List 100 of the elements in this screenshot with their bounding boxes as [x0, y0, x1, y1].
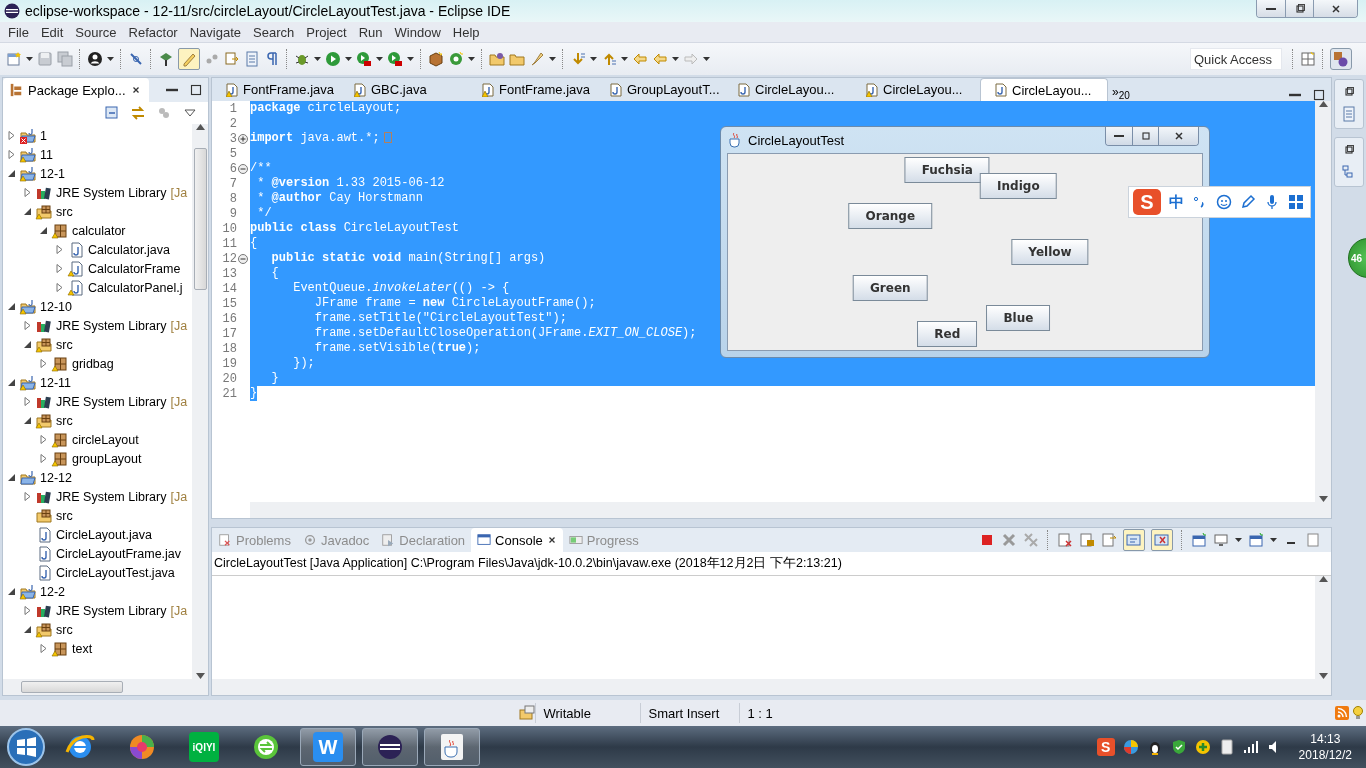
editor-tab[interactable]: FontFrame.java	[468, 78, 596, 101]
color-button[interactable]: Fuchsia	[904, 157, 990, 184]
device-icon[interactable]	[1218, 739, 1235, 755]
vertical-scrollbar[interactable]	[192, 124, 208, 679]
open-folder-icon[interactable]	[509, 51, 525, 67]
dropdown-caret-icon[interactable]	[590, 57, 597, 61]
show-on-output-icon[interactable]	[1123, 529, 1145, 551]
tree-item-label[interactable]: CircleLayoutTest.java	[56, 565, 175, 580]
link-editor-icon[interactable]	[130, 105, 146, 121]
status-icon[interactable]	[518, 705, 535, 721]
dropdown-caret-icon[interactable]	[314, 57, 321, 61]
package-icon[interactable]	[428, 51, 444, 67]
terminate-icon[interactable]	[979, 532, 995, 548]
color-button[interactable]: Orange	[848, 202, 933, 229]
word-wrap-icon[interactable]	[1101, 532, 1117, 548]
tree-item-label[interactable]: CalculatorPanel.j	[88, 280, 183, 295]
open-perspective-icon[interactable]	[1300, 51, 1316, 67]
view-tab[interactable]: Package Explo...	[3, 78, 149, 102]
dropdown-caret-icon[interactable]	[376, 57, 383, 61]
tree-item-label[interactable]: gridbag	[72, 356, 114, 371]
folder-icon[interactable]	[489, 51, 505, 67]
collapsed-arrow-icon[interactable]	[7, 131, 16, 140]
pilcrow-icon[interactable]	[264, 51, 280, 67]
menu-item[interactable]: Navigate	[183, 24, 247, 40]
expanded-arrow-icon[interactable]	[7, 378, 16, 387]
run-coverage-icon[interactable]	[356, 51, 372, 67]
signal-icon[interactable]	[1242, 739, 1259, 755]
quick-access-field[interactable]: Quick Access	[1190, 48, 1282, 70]
tree-item-label[interactable]: 12-12	[40, 470, 72, 485]
maximize-icon[interactable]	[1313, 89, 1325, 101]
dropdown-caret-icon[interactable]	[345, 57, 352, 61]
maximize-icon[interactable]	[190, 84, 202, 96]
run-icon[interactable]	[325, 51, 341, 67]
menu-item[interactable]: Help	[446, 24, 486, 40]
menu-item[interactable]: Source	[69, 24, 123, 40]
show-on-error-icon[interactable]	[1151, 529, 1173, 551]
tree-item-label[interactable]: groupLayout	[72, 451, 142, 466]
collapsed-arrow-icon[interactable]	[55, 283, 64, 292]
tip-bulb-icon[interactable]	[1350, 705, 1366, 721]
run-external-icon[interactable]	[387, 51, 403, 67]
menu-item[interactable]: Refactor	[122, 24, 184, 40]
menu-item[interactable]: Search	[247, 24, 301, 40]
dropdown-caret-icon[interactable]	[672, 57, 679, 61]
expanded-arrow-icon[interactable]	[23, 207, 32, 216]
feed-icon[interactable]	[1334, 705, 1350, 721]
vertical-scrollbar[interactable]	[1315, 101, 1331, 502]
collapsed-arrow-icon[interactable]	[23, 321, 32, 330]
menu-item[interactable]: Run	[352, 24, 389, 40]
start-button[interactable]	[6, 727, 46, 767]
expanded-arrow-icon[interactable]	[7, 169, 16, 178]
tree-item-label[interactable]: src	[56, 508, 73, 523]
tree-item-label[interactable]: 12-2	[40, 584, 66, 599]
taskbar-app[interactable]	[424, 728, 480, 766]
tree-item-label[interactable]: text	[72, 641, 93, 656]
collapsed-arrow-icon[interactable]	[39, 644, 48, 653]
editor-tab[interactable]: CircleLayou...	[724, 78, 852, 101]
clock[interactable]: 14:13 2018/12/2	[1298, 731, 1352, 763]
vertical-scrollbar[interactable]	[1315, 576, 1331, 679]
expanded-arrow-icon[interactable]	[39, 226, 48, 235]
color-button[interactable]: Yellow	[1011, 239, 1089, 265]
tree-item-label[interactable]: JRE System Library	[56, 318, 167, 333]
close-icon[interactable]	[546, 535, 557, 545]
maximize-button[interactable]	[1285, 0, 1313, 17]
tree-item-label[interactable]: CircleLayoutFrame.jav	[56, 546, 182, 561]
more-tabs-indicator[interactable]: »$_{20}$	[1112, 84, 1130, 101]
horizontal-scrollbar[interactable]	[3, 679, 208, 695]
expanded-arrow-icon[interactable]	[7, 302, 16, 311]
expanded-arrow-icon[interactable]	[7, 587, 16, 596]
color-button[interactable]: Red	[917, 320, 978, 347]
emoji-icon[interactable]	[1216, 194, 1232, 210]
collapsed-arrow-icon[interactable]	[23, 397, 32, 406]
open-console-icon[interactable]	[1248, 532, 1264, 548]
collapse-fold-icon[interactable]	[238, 163, 248, 174]
editor-tab[interactable]: CircleLayou...	[980, 78, 1108, 101]
menu-item[interactable]: Project	[300, 24, 353, 40]
tree-item-label[interactable]: JRE System Library	[56, 489, 167, 504]
dropdown-caret-icon[interactable]	[1270, 538, 1277, 542]
link-icon[interactable]	[128, 51, 144, 67]
horizontal-scrollbar[interactable]	[250, 502, 1331, 518]
java-perspective-icon[interactable]	[1330, 48, 1352, 70]
editor-tab[interactable]: FontFrame.java	[212, 78, 340, 101]
tree-item-label[interactable]: calculator	[72, 223, 126, 238]
tree-item-label[interactable]: src	[56, 622, 73, 637]
tree-item-label[interactable]: src	[56, 413, 73, 428]
dropdown-caret-icon[interactable]	[107, 57, 114, 61]
expanded-arrow-icon[interactable]	[23, 340, 32, 349]
tree-item-label[interactable]: src	[56, 204, 73, 219]
input-method-logo[interactable]: S	[1096, 738, 1115, 756]
color-button[interactable]: Indigo	[980, 173, 1057, 200]
pen-icon[interactable]	[1240, 194, 1256, 210]
collapsed-arrow-icon[interactable]	[55, 245, 64, 254]
tree-item-label[interactable]: 1	[40, 128, 47, 143]
menu-item[interactable]: Window	[388, 24, 447, 40]
restore-icon[interactable]	[1343, 86, 1355, 98]
collapsed-arrow-icon[interactable]	[39, 435, 48, 444]
tree-item-label[interactable]: JRE System Library	[56, 394, 167, 409]
display-console-icon[interactable]	[1213, 532, 1229, 548]
document-arrow-icon[interactable]	[224, 51, 240, 67]
collapsed-arrow-icon[interactable]	[23, 492, 32, 501]
dropdown-caret-icon[interactable]	[621, 57, 628, 61]
